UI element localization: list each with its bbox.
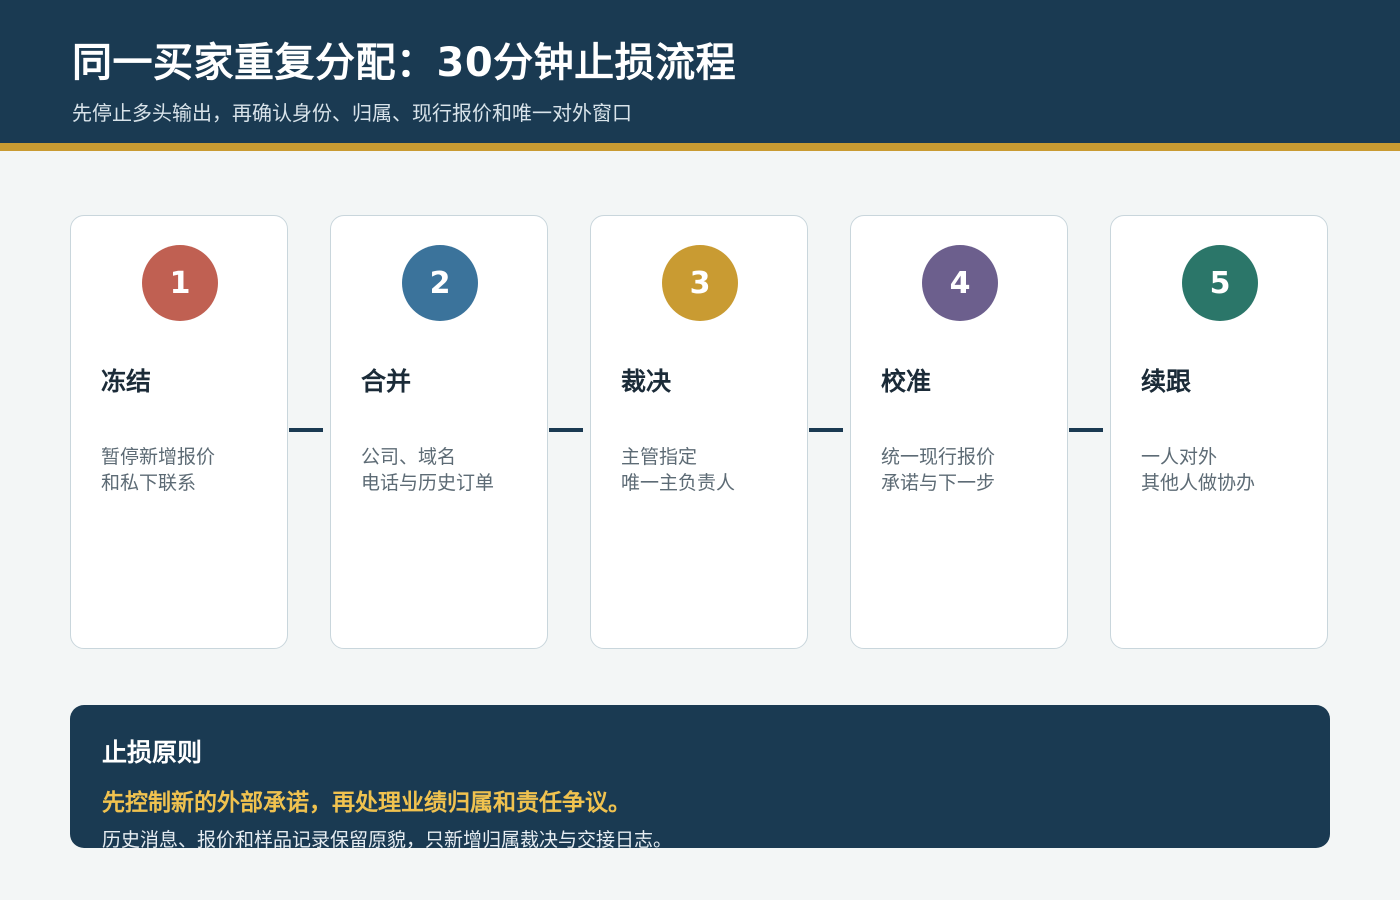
step-connector-line <box>1069 428 1103 432</box>
step-number-badge: 5 <box>1182 245 1258 321</box>
step-number-badge: 2 <box>402 245 478 321</box>
step-description-line1: 公司、域名 <box>361 446 457 468</box>
principle-highlight: 先控制新的外部承诺，再处理业绩归属和责任争议。 <box>102 790 631 816</box>
step-card-2: 2 合并 公司、域名 电话与历史订单 <box>330 215 548 649</box>
page-title: 同一买家重复分配：30分钟止损流程 <box>72 40 737 86</box>
step-card-4: 4 校准 统一现行报价 承诺与下一步 <box>850 215 1068 649</box>
step-description-line1: 统一现行报价 <box>881 446 996 468</box>
step-description-line2: 承诺与下一步 <box>881 472 996 494</box>
step-number-badge: 1 <box>142 245 218 321</box>
step-description-line2: 和私下联系 <box>101 472 197 494</box>
step-connector-line <box>549 428 583 432</box>
step-title: 续跟 <box>1141 367 1192 396</box>
step-title: 校准 <box>881 367 932 396</box>
page-subtitle: 先停止多头输出，再确认身份、归属、现行报价和唯一对外窗口 <box>72 101 632 125</box>
principle-note: 历史消息、报价和样品记录保留原貌，只新增归属裁决与交接日志。 <box>102 829 673 848</box>
step-card-5: 5 续跟 一人对外 其他人做协办 <box>1110 215 1328 649</box>
step-card-3: 3 裁决 主管指定 唯一主负责人 <box>590 215 808 649</box>
step-number-badge: 3 <box>662 245 738 321</box>
step-connector-line <box>289 428 323 432</box>
step-description-line1: 一人对外 <box>1141 446 1218 468</box>
step-description-line2: 其他人做协办 <box>1141 472 1256 494</box>
header-accent-stripe <box>0 143 1400 151</box>
step-description-line1: 暂停新增报价 <box>101 446 216 468</box>
step-connector-line <box>809 428 843 432</box>
step-description-line2: 唯一主负责人 <box>621 472 736 494</box>
step-description-line1: 主管指定 <box>621 446 698 468</box>
step-card-1: 1 冻结 暂停新增报价 和私下联系 <box>70 215 288 649</box>
principle-title: 止损原则 <box>102 738 203 767</box>
step-description-line2: 电话与历史订单 <box>361 472 495 494</box>
step-title: 合并 <box>361 367 412 396</box>
principle-panel: 止损原则 先控制新的外部承诺，再处理业绩归属和责任争议。 历史消息、报价和样品记… <box>70 705 1330 848</box>
step-title: 冻结 <box>101 367 152 396</box>
step-number-badge: 4 <box>922 245 998 321</box>
step-title: 裁决 <box>621 367 672 396</box>
